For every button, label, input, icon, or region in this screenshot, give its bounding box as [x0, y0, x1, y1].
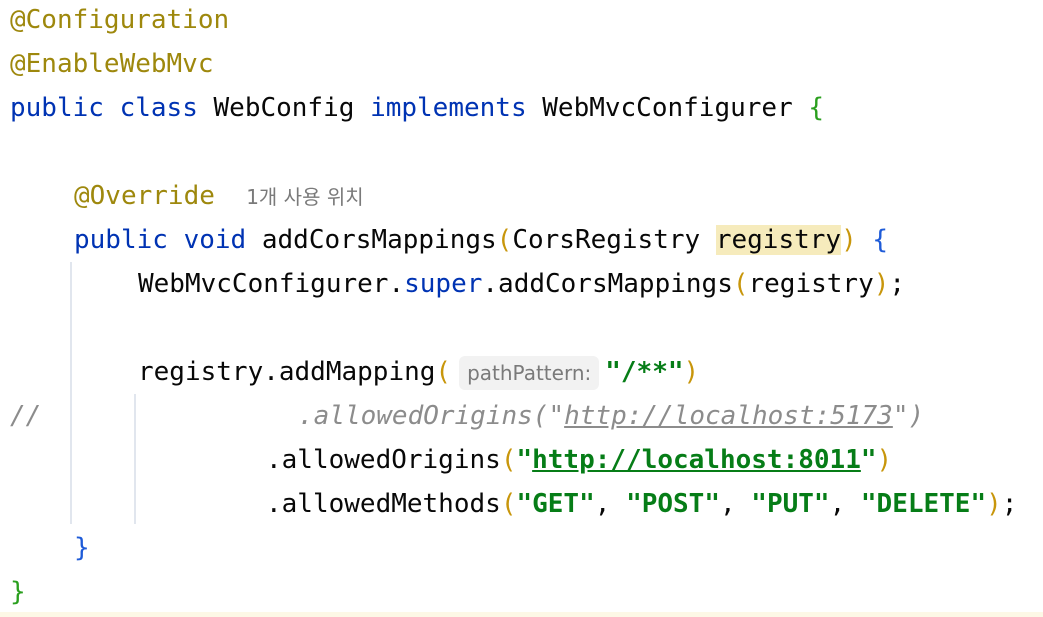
- separator: ,: [829, 489, 861, 519]
- method-put: "PUT": [751, 489, 830, 519]
- code-line[interactable]: .allowedMethods("GET", "POST", "PUT", "D…: [266, 482, 1017, 526]
- close-paren: ): [876, 445, 893, 475]
- allowed-origins-call: .allowedOrigins: [266, 445, 501, 475]
- quote-open: ": [516, 445, 533, 475]
- indent-guide: [70, 262, 72, 524]
- method-close-brace: }: [74, 533, 90, 563]
- method-get: "GET": [516, 489, 595, 519]
- interface-name: WebMvcConfigurer: [542, 93, 793, 123]
- code-line[interactable]: }: [74, 526, 90, 570]
- keyword-super: super: [404, 269, 483, 299]
- code-line[interactable]: public class WebConfig implements WebMvc…: [10, 86, 824, 130]
- method-post: "POST": [626, 489, 720, 519]
- close-paren: ): [841, 225, 857, 255]
- open-paren: (: [500, 489, 517, 519]
- code-line[interactable]: WebMvcConfigurer.super.addCorsMappings(r…: [138, 262, 905, 306]
- keyword-void: void: [183, 225, 247, 255]
- code-editor[interactable]: @Configuration @EnableWebMvc public clas…: [0, 0, 1043, 617]
- open-paren: (: [500, 445, 517, 475]
- method-delete: "DELETE": [860, 489, 987, 519]
- configuration-annotation: @Configuration: [10, 5, 230, 35]
- add-mapping-call: registry.addMapping: [138, 357, 436, 387]
- super-arg: registry: [748, 269, 874, 299]
- code-line[interactable]: @EnableWebMvc: [10, 42, 214, 86]
- separator: ,: [719, 489, 752, 519]
- semicolon: ;: [1001, 489, 1018, 519]
- enable-webmvc-annotation: @EnableWebMvc: [10, 49, 214, 79]
- code-line[interactable]: registry.addMapping(pathPattern: "/**"): [138, 350, 699, 394]
- origin-url-link[interactable]: http://localhost:8011: [532, 445, 861, 475]
- usage-count-hint[interactable]: 1개 사용 위치: [246, 182, 363, 212]
- keyword-public: public: [74, 225, 168, 255]
- comment-end: "): [892, 401, 925, 431]
- close-paren: ): [873, 269, 890, 299]
- commented-code[interactable]: .allowedOrigins("http://localhost:5173"): [298, 394, 924, 438]
- class-close-brace: }: [10, 577, 26, 607]
- super-target: WebMvcConfigurer.: [138, 269, 405, 299]
- path-pattern-param-hint: pathPattern:: [459, 355, 600, 390]
- open-paren: (: [435, 357, 452, 387]
- editor-bottom-strip: [0, 612, 1043, 617]
- close-paren: ): [683, 357, 700, 387]
- code-line[interactable]: .allowedOrigins("http://localhost:8011"): [266, 438, 892, 482]
- param-type: CorsRegistry: [512, 225, 701, 255]
- allowed-methods-call: .allowedMethods: [266, 489, 501, 519]
- comment-url[interactable]: http://localhost:5173: [564, 401, 893, 431]
- open-paren: (: [732, 269, 749, 299]
- method-name: addCorsMappings: [261, 225, 497, 255]
- keyword-class: class: [119, 93, 198, 123]
- indent-guide: [134, 394, 136, 524]
- code-line[interactable]: @Override 1개 사용 위치: [74, 174, 364, 218]
- separator: ,: [594, 489, 627, 519]
- super-call: .addCorsMappings: [482, 269, 733, 299]
- code-line[interactable]: @Configuration: [10, 0, 229, 42]
- code-line[interactable]: }: [10, 570, 26, 614]
- commented-line[interactable]: //: [10, 394, 41, 438]
- path-pattern-string: "/**": [605, 357, 684, 387]
- method-open-brace: {: [872, 225, 889, 255]
- keyword-public: public: [10, 93, 104, 123]
- open-paren: (: [496, 225, 513, 255]
- override-annotation: @Override: [74, 181, 215, 211]
- param-name-highlighted: registry: [715, 225, 842, 255]
- code-line[interactable]: public void addCorsMappings(CorsRegistry…: [74, 218, 888, 262]
- comment-marker: //: [10, 401, 42, 431]
- class-name: WebConfig: [213, 93, 355, 123]
- keyword-implements: implements: [370, 93, 527, 123]
- semicolon: ;: [889, 269, 906, 299]
- quote-close: ": [860, 445, 877, 475]
- class-open-brace: {: [808, 93, 825, 123]
- close-paren: ): [986, 489, 1002, 519]
- comment-call: .allowedOrigins(": [298, 401, 565, 431]
